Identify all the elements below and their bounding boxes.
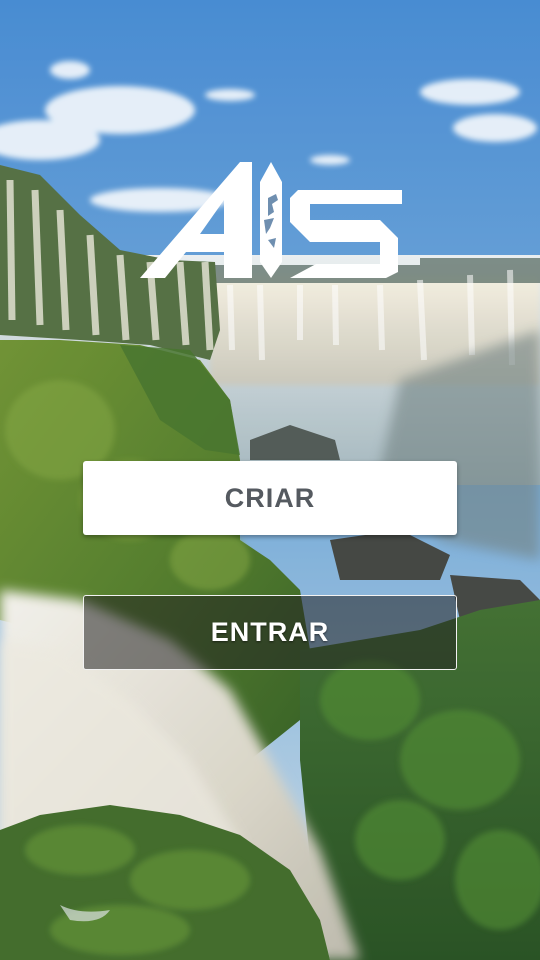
entrar-button[interactable]: ENTRAR <box>83 595 457 670</box>
entrar-button-label: ENTRAR <box>210 617 330 647</box>
landing-screen: CRIAR ENTRAR <box>0 0 540 960</box>
criar-button[interactable]: CRIAR <box>83 461 457 535</box>
criar-button-label: CRIAR <box>224 482 316 513</box>
ais-logo <box>140 162 402 278</box>
